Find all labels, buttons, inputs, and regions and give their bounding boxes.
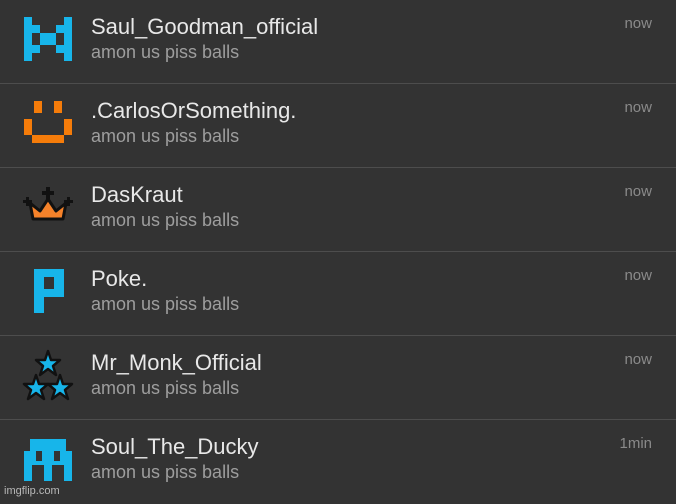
- message-preview: amon us piss balls: [91, 294, 240, 314]
- sender-name: Poke.: [91, 266, 148, 291]
- timestamp: now: [624, 99, 652, 116]
- blue-pixel-p-icon: [22, 265, 74, 317]
- timestamp: now: [624, 267, 652, 284]
- notification-row[interactable]: Saul_Goodman_official amon us piss balls…: [0, 0, 676, 84]
- notification-row[interactable]: .CarlosOrSomething. amon us piss balls n…: [0, 84, 676, 168]
- sender-name: Mr_Monk_Official: [91, 350, 262, 375]
- sender-name: Soul_The_Ducky: [91, 434, 259, 459]
- message-preview: amon us piss balls: [91, 126, 240, 146]
- timestamp: 1min: [619, 435, 652, 452]
- notification-row[interactable]: Soul_The_Ducky amon us piss balls 1min: [0, 420, 676, 504]
- timestamp: now: [624, 15, 652, 32]
- blue-stars-icon: [22, 349, 74, 401]
- notification-list: Saul_Goodman_official amon us piss balls…: [0, 0, 676, 504]
- blue-pixel-invader-icon: [22, 433, 74, 485]
- imgflip-watermark: imgflip.com: [4, 485, 60, 497]
- message-preview: amon us piss balls: [91, 378, 240, 398]
- message-preview: amon us piss balls: [91, 462, 240, 482]
- timestamp: now: [624, 351, 652, 368]
- blue-pixel-x-icon: [22, 13, 74, 65]
- notification-row[interactable]: Mr_Monk_Official amon us piss balls now: [0, 336, 676, 420]
- orange-pixel-smile-icon: [22, 97, 74, 149]
- sender-name: Saul_Goodman_official: [91, 14, 319, 39]
- sender-name: .CarlosOrSomething.: [91, 98, 297, 123]
- notification-row[interactable]: Poke. amon us piss balls now: [0, 252, 676, 336]
- message-preview: amon us piss balls: [91, 210, 240, 230]
- sender-name: DasKraut: [91, 182, 183, 207]
- orange-crown-icon: [22, 181, 74, 233]
- message-preview: amon us piss balls: [91, 42, 240, 62]
- notification-row[interactable]: DasKraut amon us piss balls now: [0, 168, 676, 252]
- timestamp: now: [624, 183, 652, 200]
